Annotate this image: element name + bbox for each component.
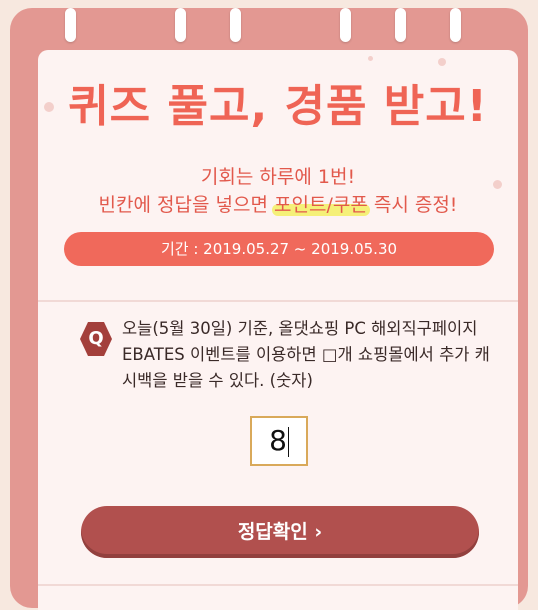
quiz-subtitle-2: 빈칸에 정답을 넣으면 포인트/쿠폰 즉시 증정! bbox=[38, 190, 518, 217]
subtitle-text: 빈칸에 정답을 넣으면 bbox=[98, 194, 274, 216]
quiz-paper: 퀴즈 풀고, 경품 받고! 기회는 하루에 1번! 빈칸에 정답을 넣으면 포인… bbox=[38, 50, 518, 610]
divider bbox=[38, 300, 518, 302]
answer-input[interactable]: 8 bbox=[250, 416, 308, 466]
decor-dot bbox=[438, 58, 446, 66]
binder-ring bbox=[340, 8, 351, 42]
question-badge-icon: Q bbox=[80, 322, 112, 356]
decor-dot bbox=[368, 56, 373, 61]
binder-ring bbox=[395, 8, 406, 42]
answer-value: 8 bbox=[269, 424, 287, 457]
event-period-badge: 기간 : 2019.05.27 ~ 2019.05.30 bbox=[64, 232, 494, 266]
binder-ring bbox=[230, 8, 241, 42]
quiz-subtitle-1: 기회는 하루에 1번! bbox=[200, 166, 356, 188]
binder-ring bbox=[65, 8, 76, 42]
text-caret bbox=[287, 427, 289, 457]
calendar-frame: 퀴즈 풀고, 경품 받고! 기회는 하루에 1번! 빈칸에 정답을 넣으면 포인… bbox=[10, 8, 528, 610]
divider bbox=[38, 584, 518, 586]
confirm-answer-button[interactable]: 정답확인 › bbox=[81, 506, 479, 558]
quiz-title: 퀴즈 풀고, 경품 받고! bbox=[68, 81, 488, 132]
reward-highlight: 포인트/쿠폰 bbox=[274, 194, 368, 216]
question-text: 오늘(5월 30일) 기준, 올댓쇼핑 PC 해외직구페이지 EBATES 이벤… bbox=[122, 319, 490, 390]
binder-ring bbox=[175, 8, 186, 42]
subtitle-text: 즉시 증정! bbox=[367, 194, 458, 216]
binder-ring bbox=[450, 8, 461, 42]
